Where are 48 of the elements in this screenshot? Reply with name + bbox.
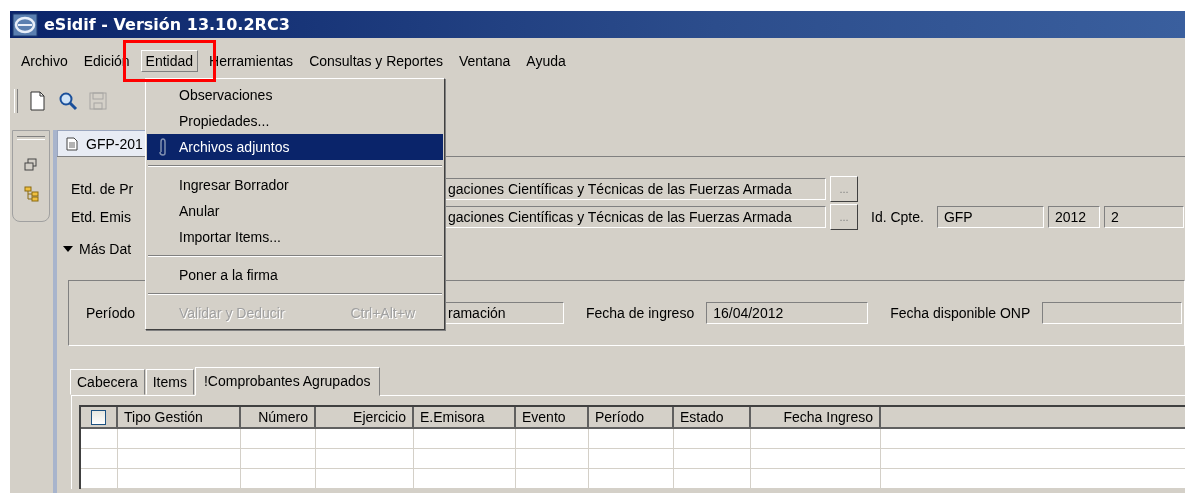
field-label: Id. Cpte.	[871, 208, 924, 225]
window-title: eSidif - Versión 13.10.2RC3	[44, 15, 290, 34]
column-header[interactable]: E.Emisora	[414, 407, 516, 429]
menu-item[interactable]: Entidad	[140, 50, 199, 72]
menu-item[interactable]: Ventana	[453, 50, 516, 72]
column-header[interactable]: Evento	[516, 407, 589, 429]
select-all-checkbox[interactable]	[91, 409, 106, 425]
search-icon[interactable]	[58, 91, 78, 111]
document-icon[interactable]	[28, 91, 48, 111]
text-field[interactable]: 16/04/2012	[706, 302, 869, 324]
column-header[interactable]: Fecha Ingreso	[751, 407, 881, 429]
text-field[interactable]: gaciones Científicas y Técnicas de las Fuerzas Armada	[445, 205, 826, 228]
field-label: Fecha disponible ONP	[890, 305, 1031, 321]
tab[interactable]: !Comprobantes Agrupados	[194, 367, 380, 396]
table-cell	[81, 469, 118, 489]
tree-icon[interactable]	[23, 186, 39, 202]
column-header[interactable]: Estado	[674, 407, 751, 429]
menu-item[interactable]: Observaciones	[147, 82, 443, 108]
menu-item[interactable]: Importar Items...	[147, 224, 443, 250]
paperclip-icon[interactable]	[158, 138, 168, 156]
text-field[interactable]: gaciones Científicas y Técnicas de las Fuerzas Armada	[445, 177, 826, 200]
column-header[interactable]: Período	[589, 407, 674, 429]
table-cell	[81, 449, 118, 469]
text-field[interactable]: 2012	[1047, 205, 1100, 228]
menu-item[interactable]: Poner a la firma	[147, 262, 443, 288]
collapse-arrow-icon[interactable]	[63, 245, 73, 253]
menu-item[interactable]: Archivo	[16, 50, 73, 72]
app-logo-icon[interactable]	[12, 12, 38, 37]
text-field[interactable]: 2	[1103, 205, 1184, 228]
restore-window-icon[interactable]	[23, 158, 39, 174]
text-field[interactable]: GFP	[936, 205, 1044, 228]
column-header[interactable]: Número	[241, 407, 316, 429]
field-label: Período	[86, 305, 136, 321]
column-header[interactable]: Ejercicio	[316, 407, 414, 429]
tab[interactable]: Items	[145, 369, 194, 395]
field-label: Etd. de Pr	[71, 180, 134, 197]
menu-item[interactable]: Archivos adjuntos	[147, 134, 443, 160]
menu-item[interactable]: Consultas y Reportes	[304, 50, 448, 72]
menu-item[interactable]: Anular	[147, 198, 443, 224]
document-icon[interactable]	[66, 136, 78, 151]
column-header[interactable]: Tipo Gestión	[118, 407, 241, 429]
field-label: Fecha de ingreso	[586, 305, 695, 321]
field-label: Etd. Emis	[71, 208, 131, 225]
section-toggle[interactable]: Más Dat	[79, 241, 132, 257]
menu-item[interactable]: Ayuda	[521, 50, 571, 72]
menu-item[interactable]: Ingresar Borrador	[147, 172, 443, 198]
text-field[interactable]	[1042, 302, 1183, 324]
tab[interactable]: Cabecera	[70, 369, 145, 395]
